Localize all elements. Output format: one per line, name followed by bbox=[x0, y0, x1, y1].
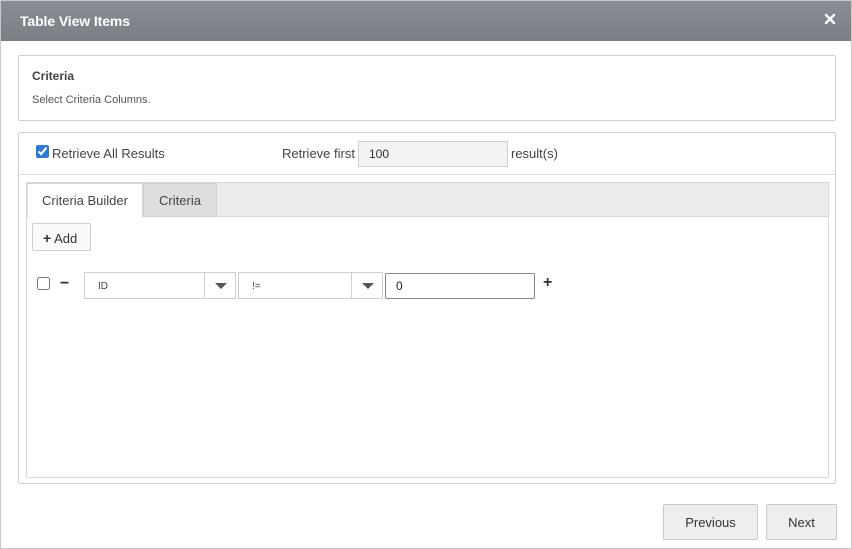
operator-select-value: != bbox=[252, 281, 261, 292]
results-label: result(s) bbox=[511, 146, 558, 161]
plus-icon: + bbox=[43, 230, 52, 246]
dialog-titlebar: Table View Items bbox=[1, 1, 851, 41]
retrieve-all-checkbox[interactable] bbox=[36, 145, 49, 158]
criteria-tabs-area: Criteria Builder Criteria + Add − ID != … bbox=[26, 182, 829, 478]
table-view-items-dialog: Table View Items Criteria Select Criteri… bbox=[0, 0, 852, 549]
add-criteria-button[interactable]: + Add bbox=[32, 223, 91, 251]
retrieve-first-input[interactable] bbox=[358, 141, 508, 167]
chevron-down-icon[interactable] bbox=[204, 273, 235, 298]
criteria-panel-title: Criteria bbox=[32, 69, 75, 83]
criteria-value-input[interactable] bbox=[385, 273, 535, 299]
previous-button[interactable]: Previous bbox=[663, 504, 758, 540]
next-button[interactable]: Next bbox=[766, 504, 837, 540]
retrieve-all-label[interactable]: Retrieve All Results bbox=[52, 146, 165, 161]
criteria-main-panel: Retrieve All Results Retrieve first resu… bbox=[18, 132, 836, 484]
criteria-panel-subtitle: Select Criteria Columns. bbox=[32, 94, 151, 106]
remove-row-icon[interactable]: − bbox=[60, 275, 69, 293]
tab-strip: Criteria Builder Criteria bbox=[27, 183, 828, 218]
tab-criteria-builder[interactable]: Criteria Builder bbox=[27, 183, 143, 218]
dialog-title: Table View Items bbox=[20, 13, 130, 29]
retrieve-options-row: Retrieve All Results Retrieve first resu… bbox=[19, 133, 835, 175]
add-button-label: Add bbox=[54, 231, 78, 246]
column-select-value: ID bbox=[98, 281, 108, 292]
add-row-icon[interactable]: + bbox=[543, 274, 552, 292]
criteria-row-checkbox[interactable] bbox=[37, 277, 50, 290]
operator-select[interactable]: != bbox=[238, 272, 383, 299]
close-icon[interactable] bbox=[823, 12, 837, 26]
retrieve-first-label: Retrieve first bbox=[282, 146, 355, 161]
criteria-info-panel: Criteria Select Criteria Columns. bbox=[18, 55, 836, 121]
tab-criteria[interactable]: Criteria bbox=[143, 183, 217, 217]
column-select[interactable]: ID bbox=[84, 272, 236, 299]
chevron-down-icon[interactable] bbox=[351, 273, 382, 298]
